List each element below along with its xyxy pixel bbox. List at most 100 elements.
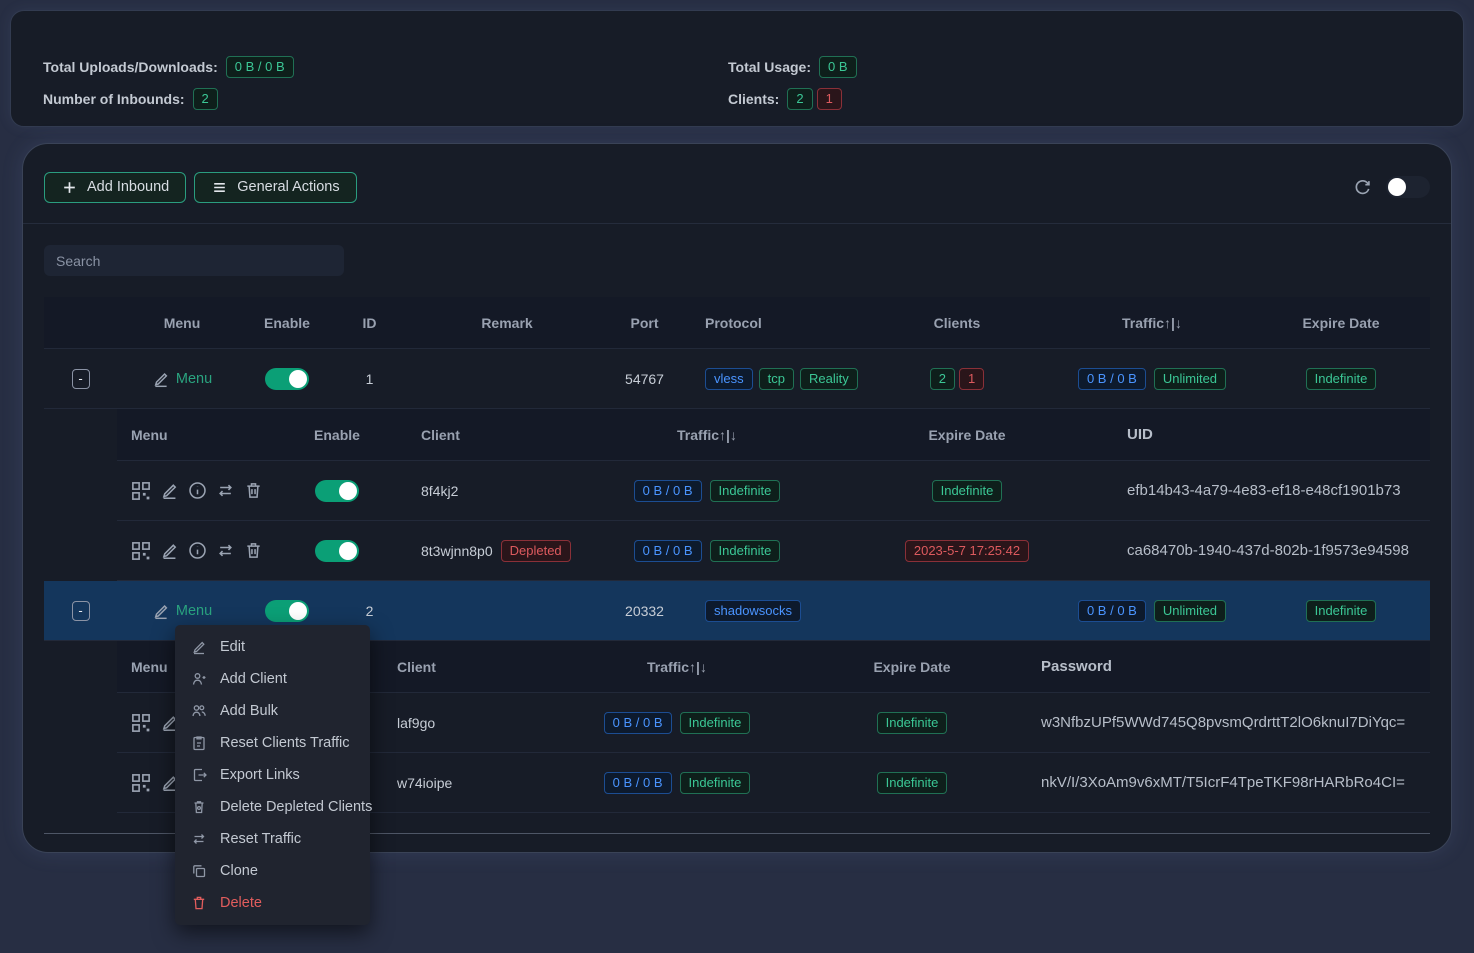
traffic-badge: 0 B / 0 B [634, 540, 702, 562]
client-name: 8f4kj2 [397, 461, 577, 520]
header-traffic: Traffic↑|↓ [1052, 297, 1252, 348]
inbound-menu-label: Menu [176, 371, 212, 387]
header-remark: Remark [412, 297, 602, 348]
qr-code-icon[interactable] [131, 773, 151, 793]
client-uid: efb14b43-4a79-4e83-ef18-e48cf1901b73 [1097, 461, 1430, 520]
client-table-1-header: Menu Enable Client Traffic↑|↓ Expire Dat… [117, 409, 1430, 461]
stat-inbounds-value: 2 [193, 88, 218, 110]
header-uid: UID [1097, 409, 1430, 460]
expire-badge: Indefinite [877, 772, 948, 794]
client-enable-toggle[interactable] [315, 480, 359, 502]
traffic-limit-badge: Unlimited [1154, 368, 1226, 390]
inbound-remark [412, 581, 602, 640]
client-row: 8t3wjnn8p0 Depleted 0 B / 0 B Indefinite… [117, 521, 1430, 581]
inbound-id: 1 [327, 349, 412, 408]
header-client: Client [387, 641, 557, 692]
menu-item-add-bulk[interactable]: Add Bulk [175, 695, 370, 727]
add-inbound-button[interactable]: Add Inbound [44, 172, 186, 203]
header-id: ID [327, 297, 412, 348]
header-traffic: Traffic↑|↓ [557, 641, 797, 692]
clients-depleted-badge: 1 [959, 368, 984, 390]
inbound-menu-button[interactable]: Menu [152, 602, 212, 620]
edit-pencil-icon[interactable] [160, 541, 179, 560]
stat-clients: Clients: 2 1 [728, 87, 857, 111]
menu-item-export-links[interactable]: Export Links [175, 759, 370, 791]
header-port: Port [602, 297, 687, 348]
menu-item-delete[interactable]: Delete [175, 887, 370, 919]
stats-panel: Total Uploads/Downloads: 0 B / 0 B Numbe… [10, 10, 1464, 127]
traffic-badge: 0 B / 0 B [1078, 368, 1146, 390]
client-uid: ca68470b-1940-437d-802b-1f9573e94598 [1097, 521, 1430, 580]
reset-traffic-icon[interactable] [216, 541, 235, 560]
clients-active-badge: 2 [930, 368, 955, 390]
info-icon[interactable] [188, 541, 207, 560]
stat-inbounds-label: Number of Inbounds: [43, 91, 185, 107]
qr-code-icon[interactable] [131, 541, 151, 561]
inbound-port: 54767 [602, 349, 687, 408]
toolbar: Add Inbound General Actions [44, 172, 1430, 202]
header-traffic: Traffic↑|↓ [577, 409, 837, 460]
delete-client-icon[interactable] [244, 481, 263, 500]
inbound-enable-toggle[interactable] [265, 600, 309, 622]
inbound-enable-toggle[interactable] [265, 368, 309, 390]
client-name: laf9go [387, 693, 557, 752]
menu-item-edit[interactable]: Edit [175, 631, 370, 663]
general-actions-label: General Actions [237, 179, 339, 195]
protocol-tag: tcp [759, 368, 794, 390]
edit-pencil-icon [191, 639, 207, 655]
person-add-icon [191, 671, 207, 687]
traffic-badge: 0 B / 0 B [604, 772, 672, 794]
edit-pencil-icon[interactable] [160, 481, 179, 500]
header-enable: Enable [247, 297, 327, 348]
header-clients: Clients [862, 297, 1052, 348]
general-actions-button[interactable]: General Actions [194, 172, 356, 203]
export-icon [191, 767, 207, 783]
protocol-tag: shadowsocks [705, 600, 801, 622]
stat-clients-active: 2 [787, 88, 812, 110]
traffic-limit-badge: Unlimited [1154, 600, 1226, 622]
clipboard-icon [191, 735, 207, 751]
qr-code-icon[interactable] [131, 713, 151, 733]
header-client: Client [397, 409, 577, 460]
search-input[interactable] [44, 245, 344, 276]
plus-icon [61, 179, 78, 196]
stat-uploads-label: Total Uploads/Downloads: [43, 59, 218, 75]
collapse-row-button[interactable]: - [72, 601, 90, 621]
traffic-badge: 0 B / 0 B [1078, 600, 1146, 622]
qr-code-icon[interactable] [131, 481, 151, 501]
client-password: nkV/I/3XoAm9v6xMT/T5IcrF4TpeTKF98rHARbRo… [1027, 753, 1430, 812]
menu-item-add-client[interactable]: Add Client [175, 663, 370, 695]
delete-client-icon[interactable] [244, 541, 263, 560]
traffic-limit-badge: Indefinite [710, 480, 781, 502]
traffic-badge: 0 B / 0 B [634, 480, 702, 502]
info-icon[interactable] [188, 481, 207, 500]
expire-badge: Indefinite [877, 712, 948, 734]
client-enable-toggle[interactable] [315, 540, 359, 562]
protocol-tag: vless [705, 368, 753, 390]
expire-badge: 2023-5-7 17:25:42 [905, 540, 1029, 562]
menu-item-reset-traffic[interactable]: Reset Traffic [175, 823, 370, 855]
client-password: w3NfbzUPf5WWd745Q8pvsmQrdrttT2lO6knuI7Di… [1027, 693, 1430, 752]
refresh-icon[interactable] [1353, 178, 1372, 197]
header-password: Password [1027, 641, 1430, 692]
toolbar-divider [23, 223, 1451, 224]
inbound-menu-label: Menu [176, 603, 212, 619]
menu-item-reset-clients-traffic[interactable]: Reset Clients Traffic [175, 727, 370, 759]
collapse-row-button[interactable]: - [72, 369, 90, 389]
menu-item-delete-depleted-clients[interactable]: Delete Depleted Clients [175, 791, 370, 823]
traffic-limit-badge: Indefinite [710, 540, 781, 562]
inbound-remark [412, 349, 602, 408]
reset-traffic-icon[interactable] [216, 481, 235, 500]
edit-pencil-icon [152, 602, 170, 620]
header-expire-date: Expire Date [1252, 297, 1430, 348]
expire-badge: Indefinite [932, 480, 1003, 502]
dark-mode-toggle[interactable] [1386, 176, 1430, 198]
header-expire-date: Expire Date [797, 641, 1027, 692]
inbound-row-1: - Menu 1 54767 vless tcp Reality 2 1 [44, 349, 1430, 409]
menu-item-clone[interactable]: Clone [175, 855, 370, 887]
inbound-menu-button[interactable]: Menu [152, 370, 212, 388]
client-table-1: Menu Enable Client Traffic↑|↓ Expire Dat… [117, 409, 1430, 581]
people-icon [191, 703, 207, 719]
traffic-limit-badge: Indefinite [680, 772, 751, 794]
trash-icon [191, 895, 207, 911]
